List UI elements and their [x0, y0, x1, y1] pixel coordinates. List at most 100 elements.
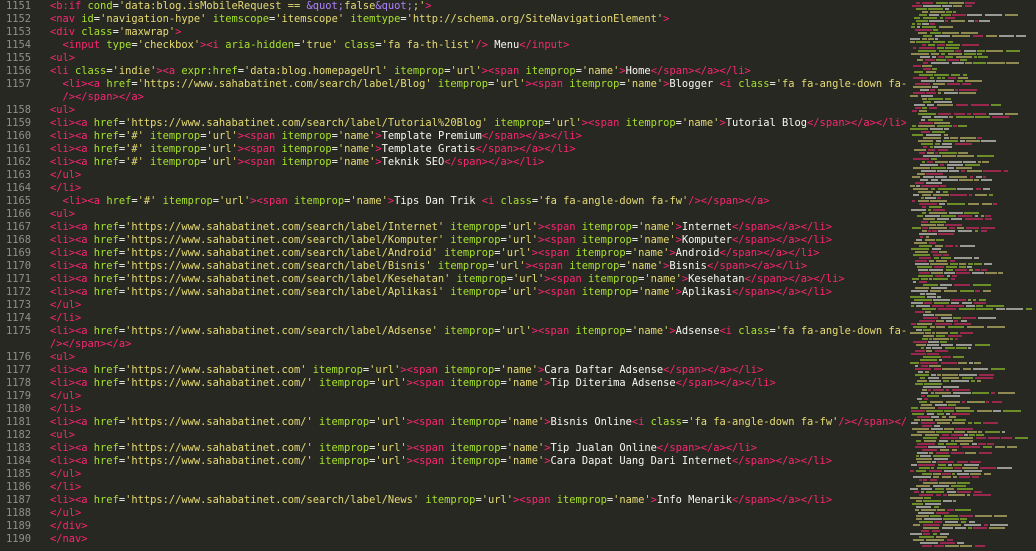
minimap-stroke [958, 230, 972, 232]
code-area[interactable]: <b:if cond='data:blog.isMobileRequest ==… [44, 0, 906, 551]
code-line[interactable]: <li><a href='https://www.sahabatinet.com… [50, 286, 906, 299]
minimap-stroke [934, 257, 939, 259]
minimap-stroke [933, 209, 945, 211]
code-line[interactable]: <li><a href='https://www.sahabatinet.com… [50, 416, 906, 429]
code-line[interactable]: </li> [50, 403, 906, 416]
code-line[interactable]: <li><a href='https://www.sahabatinet.com… [50, 325, 906, 338]
minimap-stroke [951, 278, 955, 280]
code-token: class [75, 65, 107, 77]
code-token: 'url' [481, 494, 513, 506]
minimap-overview-icon[interactable] [906, 0, 1036, 551]
code-line[interactable]: <ul> [50, 52, 906, 65]
minimap-stroke [938, 464, 946, 466]
code-line[interactable]: </nav> [50, 533, 906, 546]
code-line[interactable]: <ul> [50, 429, 906, 442]
code-line[interactable]: <li><a href='https://www.sahabatinet.com… [50, 78, 906, 91]
minimap-stroke [963, 161, 976, 163]
minimap-stroke [1001, 437, 1012, 439]
code-token: 'http://schema.org/SiteNavigationElement… [406, 13, 664, 25]
code-line[interactable]: <input type='checkbox'><i aria-hidden='t… [50, 39, 906, 52]
code-line[interactable]: <li><a href='https://www.sahabatinet.com… [50, 364, 906, 377]
code-token: </li> [50, 481, 82, 493]
minimap-stroke [947, 446, 959, 448]
code-token: href [93, 117, 119, 129]
code-token: itemprop [569, 78, 620, 90]
code-line[interactable]: <li><a href='https://www.sahabatinet.com… [50, 221, 906, 234]
code-line[interactable]: <li class='indie'><a expr:href='data:blo… [50, 65, 906, 78]
minimap-stroke [958, 362, 967, 364]
minimap-stroke [977, 380, 981, 382]
code-line[interactable]: <b:if cond='data:blog.isMobileRequest ==… [50, 0, 906, 13]
minimap-stroke [974, 257, 979, 259]
minimap-stroke [918, 191, 933, 193]
code-token: &quot; [375, 0, 413, 12]
minimap-stroke [969, 362, 973, 364]
code-line[interactable]: <li><a href='https://www.sahabatinet.com… [50, 273, 906, 286]
code-token: itemprop [494, 117, 545, 129]
minimap-stroke [945, 245, 953, 247]
code-line[interactable]: </ul> [50, 468, 906, 481]
minimap-stroke [923, 500, 941, 502]
code-line[interactable]: <ul> [50, 104, 906, 117]
minimap-stroke [975, 377, 993, 379]
code-token: href [93, 247, 119, 259]
code-line[interactable]: </li> [50, 182, 906, 195]
minimap-stroke [912, 200, 915, 202]
code-line[interactable]: <li><a href='https://www.sahabatinet.com… [50, 260, 906, 273]
minimap-stroke [910, 38, 920, 40]
minimap-stroke [912, 110, 917, 112]
code-line[interactable]: <li><a href='https://www.sahabatinet.com… [50, 455, 906, 468]
code-line[interactable]: <li><a href='https://www.sahabatinet.com… [50, 442, 906, 455]
minimap-stroke [917, 443, 935, 445]
code-line[interactable]: <li><a href='https://www.sahabatinet.com… [50, 494, 906, 507]
code-editor[interactable]: 1151 1152 1153 1154 1155 1156 1157 1158 1159 1160… [0, 0, 1036, 551]
minimap-stroke [941, 215, 956, 217]
code-line[interactable]: <ul> [50, 351, 906, 364]
minimap-stroke [932, 56, 936, 58]
code-line[interactable]: <nav id='navigation-hype' itemscope='ite… [50, 13, 906, 26]
minimap-stroke [962, 377, 973, 379]
minimap-stroke [974, 302, 986, 304]
code-line[interactable]: </div> [50, 520, 906, 533]
minimap-stroke [977, 50, 985, 52]
minimap-stroke [921, 419, 933, 421]
minimap-stroke [916, 2, 920, 4]
code-token: <ul> [50, 208, 76, 220]
code-line[interactable]: <li><a href='#' itemprop='url'><span ite… [50, 195, 906, 208]
minimap-stroke [921, 131, 930, 133]
minimap-stroke [927, 152, 934, 154]
code-line[interactable]: <li><a href='#' itemprop='url'><span ite… [50, 130, 906, 143]
code-line[interactable]: </li> [50, 481, 906, 494]
minimap-stroke [951, 74, 960, 76]
minimap-stroke [974, 56, 977, 58]
minimap-stroke [1007, 446, 1017, 448]
minimap-stroke [929, 107, 937, 109]
code-line[interactable]: <div class='maxwrap'> [50, 26, 906, 39]
code-line[interactable]: <li><a href='https://www.sahabatinet.com… [50, 234, 906, 247]
code-line[interactable]: <li><a href='#' itemprop='url'><span ite… [50, 156, 906, 169]
code-line[interactable]: </ul> [50, 507, 906, 520]
minimap-stroke [975, 194, 987, 196]
code-token: 'data:blog.homepageUrl' [243, 65, 388, 77]
code-token: href [93, 234, 119, 246]
code-line[interactable]: </li> [50, 312, 906, 325]
code-line[interactable]: </ul> [50, 169, 906, 182]
minimap-stroke [928, 230, 931, 232]
code-token: 'url' [494, 260, 526, 272]
minimap-stroke [978, 161, 981, 163]
code-line[interactable]: <li><a href='https://www.sahabatinet.com… [50, 377, 906, 390]
code-line[interactable]: <ul> [50, 208, 906, 221]
code-line[interactable]: </ul> [50, 299, 906, 312]
code-line[interactable]: /></span></a> [50, 91, 906, 104]
code-line[interactable]: /></span></a> [50, 338, 906, 351]
code-line[interactable]: <li><a href='https://www.sahabatinet.com… [50, 247, 906, 260]
minimap-stroke [936, 239, 944, 241]
code-line[interactable]: <li><a href='https://www.sahabatinet.com… [50, 117, 906, 130]
minimap-stroke [958, 152, 968, 154]
minimap-stroke [948, 335, 962, 337]
code-line[interactable]: </ul> [50, 390, 906, 403]
code-line[interactable]: <li><a href='#' itemprop='url'><span ite… [50, 143, 906, 156]
code-token: itemprop [581, 234, 632, 246]
minimap-stroke [973, 494, 991, 496]
minimap-stroke [972, 272, 984, 274]
